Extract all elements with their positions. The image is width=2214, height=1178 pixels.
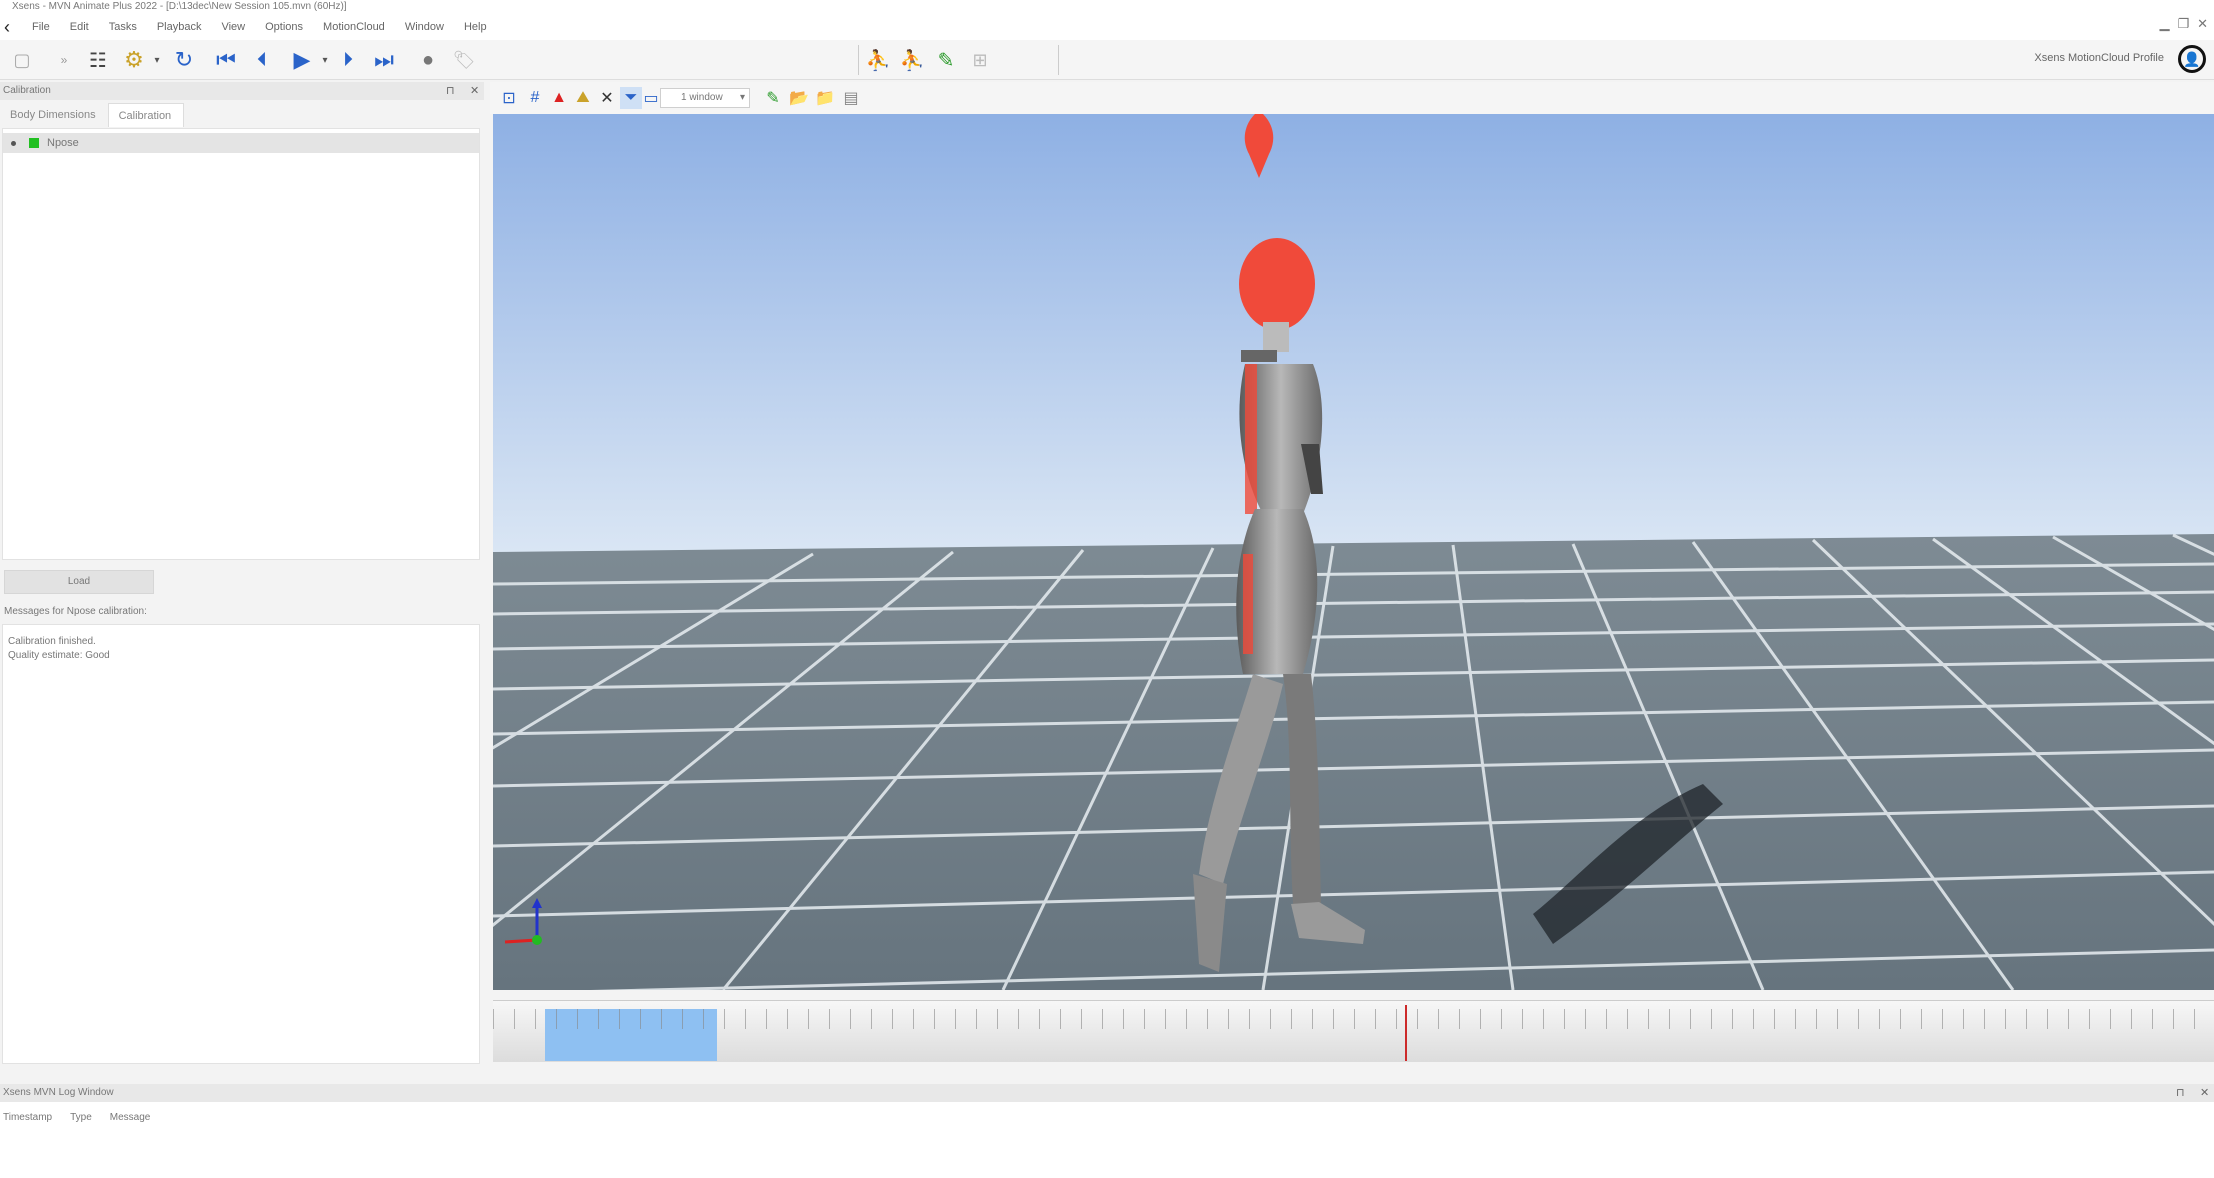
window-select[interactable]: 1 window ▾ [660,88,750,108]
toolbar-separator [1058,45,1059,75]
step-back-icon[interactable]: ⏴ [248,46,276,74]
skip-to-end-icon[interactable]: ⏭ [370,46,398,74]
menu-motioncloud[interactable]: MotionCloud [323,21,385,33]
play-icon[interactable]: ▶ [288,46,316,74]
user-profile-icon[interactable]: 👤 [2178,45,2206,73]
bullet-icon [11,141,16,146]
log-close-icon[interactable]: ✕ [2200,1084,2209,1102]
calibrate-body-icon[interactable]: ⛹ [864,46,892,74]
avatar-head [1239,238,1315,330]
viewport-toolbar: ⊡ # ▲ ⛰ ✕ ⏷ ▭ 1 window ▾ ✎ 📂 📁 ▤ [490,82,2214,114]
edit-icon[interactable]: ✎ [762,87,784,109]
menu-edit[interactable]: Edit [70,21,89,33]
edit-pencil-icon[interactable]: ✎ [932,46,960,74]
timeline[interactable] [493,1000,2214,1062]
log-window: Timestamp Type Message [0,1102,2214,1178]
menu-tasks[interactable]: Tasks [109,21,137,33]
panel-close-icon[interactable]: ✕ [470,82,479,100]
window-select-value: 1 window [681,92,723,103]
sky [493,114,2214,554]
toolbar-separator [858,45,859,75]
pin-icon[interactable]: ⊓ [2176,1084,2185,1102]
tag-icon[interactable]: 🏷 [450,46,478,74]
menu-file[interactable]: File [32,21,50,33]
filter-icon[interactable]: ⏷ [620,87,642,109]
log-columns: Timestamp Type Message [3,1112,150,1123]
grid-select-icon[interactable]: ⊞ [966,46,994,74]
3d-viewport[interactable] [493,114,2214,990]
scene-svg [493,114,2214,990]
log-window-title: Xsens MVN Log Window [3,1087,114,1098]
close-icon[interactable]: ✕ [2197,16,2208,32]
properties-icon[interactable]: ▤ [840,87,862,109]
motioncloud-profile-label[interactable]: Xsens MotionCloud Profile [2034,52,2164,64]
avatar-icon[interactable]: ✕ [596,87,618,109]
calibration-item-label: Npose [47,137,79,149]
main-toolbar: ▢ » ☷ ⚙ ▾ ↻ ⏮ ⏴ ▶ ▾ ⏵ ⏭ ● 🏷 ⛹ ⛹ ✎ ⊞ [0,40,2214,80]
save-folder-icon[interactable]: 📁 [814,87,836,109]
marker-icon[interactable]: ▲ [548,87,570,109]
gear-dropdown-icon[interactable]: ▾ [150,46,164,74]
messages-label: Messages for Npose calibration: [4,606,147,617]
grid-icon[interactable]: # [524,87,546,109]
playhead[interactable] [1405,1005,1407,1061]
pin-icon[interactable]: ⊓ [446,82,455,100]
calibration-list: Npose [2,128,480,560]
panel-header: Calibration ⊓ ✕ [0,82,484,100]
log-window-header: Xsens MVN Log Window ⊓ ✕ [0,1084,2214,1102]
menu-view[interactable]: View [221,21,245,33]
list-item[interactable]: Npose [3,133,479,153]
chevron-down-icon: ▾ [739,92,745,103]
column-message[interactable]: Message [110,1112,151,1123]
play-dropdown-icon[interactable]: ▾ [318,46,332,74]
settings-gear-icon[interactable]: ⚙ [120,46,148,74]
column-type[interactable]: Type [70,1112,92,1123]
step-forward-icon[interactable]: ⏵ [334,46,362,74]
menu-options[interactable]: Options [265,21,303,33]
refresh-icon[interactable]: ↻ [170,46,198,74]
environment-icon[interactable]: ⛰ [572,87,594,109]
menu-window[interactable]: Window [405,21,444,33]
record-icon[interactable]: ● [414,46,442,74]
tab-body-dimensions[interactable]: Body Dimensions [0,103,108,127]
messages-box: Calibration finished. Quality estimate: … [2,624,480,1064]
skip-to-start-icon[interactable]: ⏮ [212,46,240,74]
message-line: Quality estimate: Good [8,650,110,661]
network-icon[interactable]: ☷ [84,46,112,74]
fit-view-icon[interactable]: ⊡ [498,87,520,109]
status-green-icon [29,138,39,148]
message-line: Calibration finished. [8,636,96,647]
open-folder-icon[interactable]: 📂 [788,87,810,109]
npose-icon[interactable]: ⛹ [898,46,926,74]
window-title: Xsens - MVN Animate Plus 2022 - [D:\13de… [0,0,2214,14]
timeline-ticks [493,1009,2214,1029]
menu-playback[interactable]: Playback [157,21,202,33]
window-controls: ▁ ❐ ✕ [2159,16,2208,32]
panel-tabs: Body Dimensions Calibration [0,103,484,127]
column-timestamp[interactable]: Timestamp [3,1112,52,1123]
tab-calibration[interactable]: Calibration [107,103,185,127]
toolbar-overflow-icon[interactable]: » [50,46,78,74]
minimize-icon[interactable]: ▁ [2159,16,2169,32]
new-file-icon[interactable]: ▢ [8,46,36,74]
menu-help[interactable]: Help [464,21,487,33]
load-button[interactable]: Load [4,570,154,594]
restore-icon[interactable]: ❐ [2177,16,2189,32]
menu-bar: ‹ File Edit Tasks Playback View Options … [0,14,2214,40]
panel-title: Calibration [3,85,51,96]
back-arrow-icon[interactable]: ‹ [0,17,14,38]
window-icon[interactable]: ▭ [640,87,662,109]
